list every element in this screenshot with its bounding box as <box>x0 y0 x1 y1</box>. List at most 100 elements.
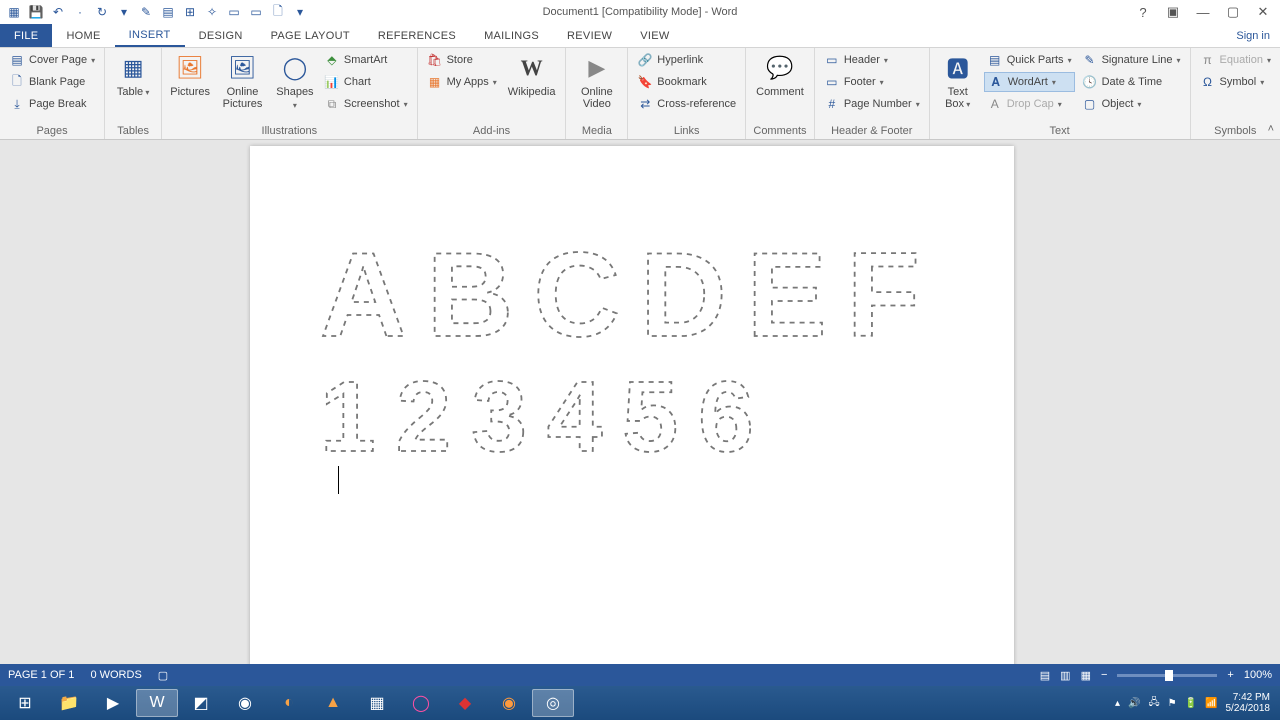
cross-reference-button[interactable]: ⇄Cross-reference <box>634 94 739 114</box>
drop-cap-button[interactable]: ADrop Cap <box>984 94 1075 114</box>
footer-button[interactable]: ▭Footer <box>821 72 923 92</box>
undo-icon[interactable]: ↶ <box>50 4 66 20</box>
help-icon[interactable]: ? <box>1130 2 1156 22</box>
tab-home[interactable]: HOME <box>52 24 114 47</box>
document-area[interactable]: ABCDEF 123456 <box>0 140 1280 664</box>
minimize-icon[interactable]: — <box>1190 2 1216 22</box>
equation-button[interactable]: πEquation <box>1197 50 1274 70</box>
tab-mailings[interactable]: MAILINGS <box>470 24 553 47</box>
qa-dropdown-icon[interactable]: ▾ <box>116 4 132 20</box>
zoom-in-icon[interactable]: + <box>1227 669 1233 681</box>
tray-volume-icon[interactable]: 🔊 <box>1128 698 1140 709</box>
page-number-button[interactable]: #Page Number <box>821 94 923 114</box>
tab-file[interactable]: FILE <box>0 24 52 47</box>
qa-more-icon[interactable]: ▾ <box>292 4 308 20</box>
start-button[interactable]: ⊞ <box>4 689 46 717</box>
tab-references[interactable]: REFERENCES <box>364 24 470 47</box>
store-button[interactable]: 🛍Store <box>424 50 500 70</box>
label: My Apps <box>447 76 489 88</box>
view-read-icon[interactable]: ▤ <box>1040 669 1050 682</box>
screenshot-button[interactable]: ⧉Screenshot <box>321 94 411 114</box>
cover-page-button[interactable]: ▤Cover Page <box>6 50 98 70</box>
pictures-button[interactable]: 🖼Pictures <box>168 50 212 98</box>
close-icon[interactable]: ✕ <box>1250 2 1276 22</box>
zoom-slider[interactable] <box>1117 674 1217 677</box>
blank-page-button[interactable]: 🗋Blank Page <box>6 72 98 92</box>
my-apps-button[interactable]: ▦My Apps <box>424 72 500 92</box>
label: Object <box>1102 98 1134 110</box>
date-time-button[interactable]: 🕓Date & Time <box>1079 72 1184 92</box>
online-pictures-button[interactable]: 🖼Online Pictures <box>216 50 269 110</box>
tab-view[interactable]: VIEW <box>626 24 683 47</box>
status-proof-icon[interactable]: ▢ <box>158 669 168 682</box>
header-button[interactable]: ▭Header <box>821 50 923 70</box>
taskbar-explorer-icon[interactable]: 📁 <box>48 689 90 717</box>
tab-page-layout[interactable]: PAGE LAYOUT <box>257 24 364 47</box>
group-tables: ▦ Table Tables <box>105 48 162 139</box>
taskbar-editor-icon[interactable]: ▦ <box>356 689 398 717</box>
tray-network-icon[interactable]: 🖧 <box>1148 695 1159 712</box>
group-label: Media <box>572 125 621 139</box>
video-icon: ▶ <box>581 52 613 84</box>
save-icon[interactable]: 💾 <box>28 4 44 20</box>
maximize-icon[interactable]: ▢ <box>1220 2 1246 22</box>
hyperlink-button[interactable]: 🔗Hyperlink <box>634 50 739 70</box>
ribbon-display-icon[interactable]: ▣ <box>1160 2 1186 22</box>
tray-security-icon[interactable]: ⚑ <box>1168 698 1177 709</box>
taskbar-camera-icon[interactable]: ◎ <box>532 689 574 717</box>
tab-insert[interactable]: INSERT <box>115 24 185 47</box>
zoom-out-icon[interactable]: − <box>1101 669 1107 681</box>
taskbar-chrome-icon[interactable]: ◉ <box>224 689 266 717</box>
qa-icon-4[interactable]: ▭ <box>226 4 242 20</box>
taskbar-pdf-icon[interactable]: ◆ <box>444 689 486 717</box>
quick-parts-button[interactable]: ▤Quick Parts <box>984 50 1075 70</box>
qa-sep: · <box>72 4 88 20</box>
tray-wifi-icon[interactable]: 📶 <box>1205 698 1217 709</box>
zoom-thumb[interactable] <box>1165 670 1173 681</box>
shapes-button[interactable]: ◯Shapes <box>273 50 317 112</box>
online-video-button[interactable]: ▶Online Video <box>572 50 621 110</box>
qa-icon-2[interactable]: ⊞ <box>182 4 198 20</box>
status-words[interactable]: 0 WORDS <box>90 669 141 681</box>
tray-battery-icon[interactable]: 🔋 <box>1185 698 1197 709</box>
page-break-icon: ⤓ <box>9 96 25 112</box>
tray-show-hidden-icon[interactable]: ▴ <box>1115 698 1120 709</box>
qa-icon-3[interactable]: ✧ <box>204 4 220 20</box>
text-box-button[interactable]: 🅰Text Box <box>936 50 980 111</box>
bookmark-button[interactable]: 🔖Bookmark <box>634 72 739 92</box>
collapse-ribbon-icon[interactable]: ˄ <box>1268 123 1274 135</box>
bookmark-icon: 🔖 <box>637 74 653 90</box>
taskbar-app-icon[interactable]: ◩ <box>180 689 222 717</box>
redo-icon[interactable]: ↻ <box>94 4 110 20</box>
tab-design[interactable]: DESIGN <box>185 24 257 47</box>
group-addins: 🛍Store ▦My Apps WWikipedia Add-ins <box>418 48 567 139</box>
taskbar-media-icon[interactable]: ▶ <box>92 689 134 717</box>
taskbar-opera-icon[interactable]: ◯ <box>400 689 442 717</box>
wordart-button[interactable]: 𝐀WordArt <box>984 72 1075 92</box>
view-web-icon[interactable]: ▦ <box>1081 669 1091 682</box>
table-button[interactable]: ▦ Table <box>111 50 155 99</box>
qa-icon-5[interactable]: ▭ <box>248 4 264 20</box>
status-page[interactable]: PAGE 1 OF 1 <box>8 669 74 681</box>
qa-icon-1[interactable]: ▤ <box>160 4 176 20</box>
tray-clock[interactable]: 7:42 PM 5/24/2018 <box>1226 692 1271 714</box>
wikipedia-button[interactable]: WWikipedia <box>504 50 560 98</box>
chart-button[interactable]: 📊Chart <box>321 72 411 92</box>
symbol-button[interactable]: ΩSymbol <box>1197 72 1274 92</box>
signature-line-button[interactable]: ✎Signature Line <box>1079 50 1184 70</box>
touch-mode-icon[interactable]: ✎ <box>138 4 154 20</box>
zoom-level[interactable]: 100% <box>1244 669 1272 681</box>
taskbar-uc-icon[interactable]: ◐ <box>268 689 310 717</box>
taskbar-word-icon[interactable]: W <box>136 689 178 717</box>
tab-review[interactable]: REVIEW <box>553 24 626 47</box>
page-break-button[interactable]: ⤓Page Break <box>6 94 98 114</box>
new-doc-icon[interactable]: 🗋 <box>270 4 286 20</box>
taskbar-firefox-icon[interactable]: ◉ <box>488 689 530 717</box>
smartart-button[interactable]: ⬘SmartArt <box>321 50 411 70</box>
object-button[interactable]: ▢Object <box>1079 94 1184 114</box>
comment-button[interactable]: 💬Comment <box>752 50 808 98</box>
document-page[interactable]: ABCDEF 123456 <box>250 146 1014 664</box>
taskbar-vlc-icon[interactable]: ▲ <box>312 689 354 717</box>
sign-in-link[interactable]: Sign in <box>1236 24 1270 47</box>
view-print-icon[interactable]: ▥ <box>1060 669 1070 682</box>
